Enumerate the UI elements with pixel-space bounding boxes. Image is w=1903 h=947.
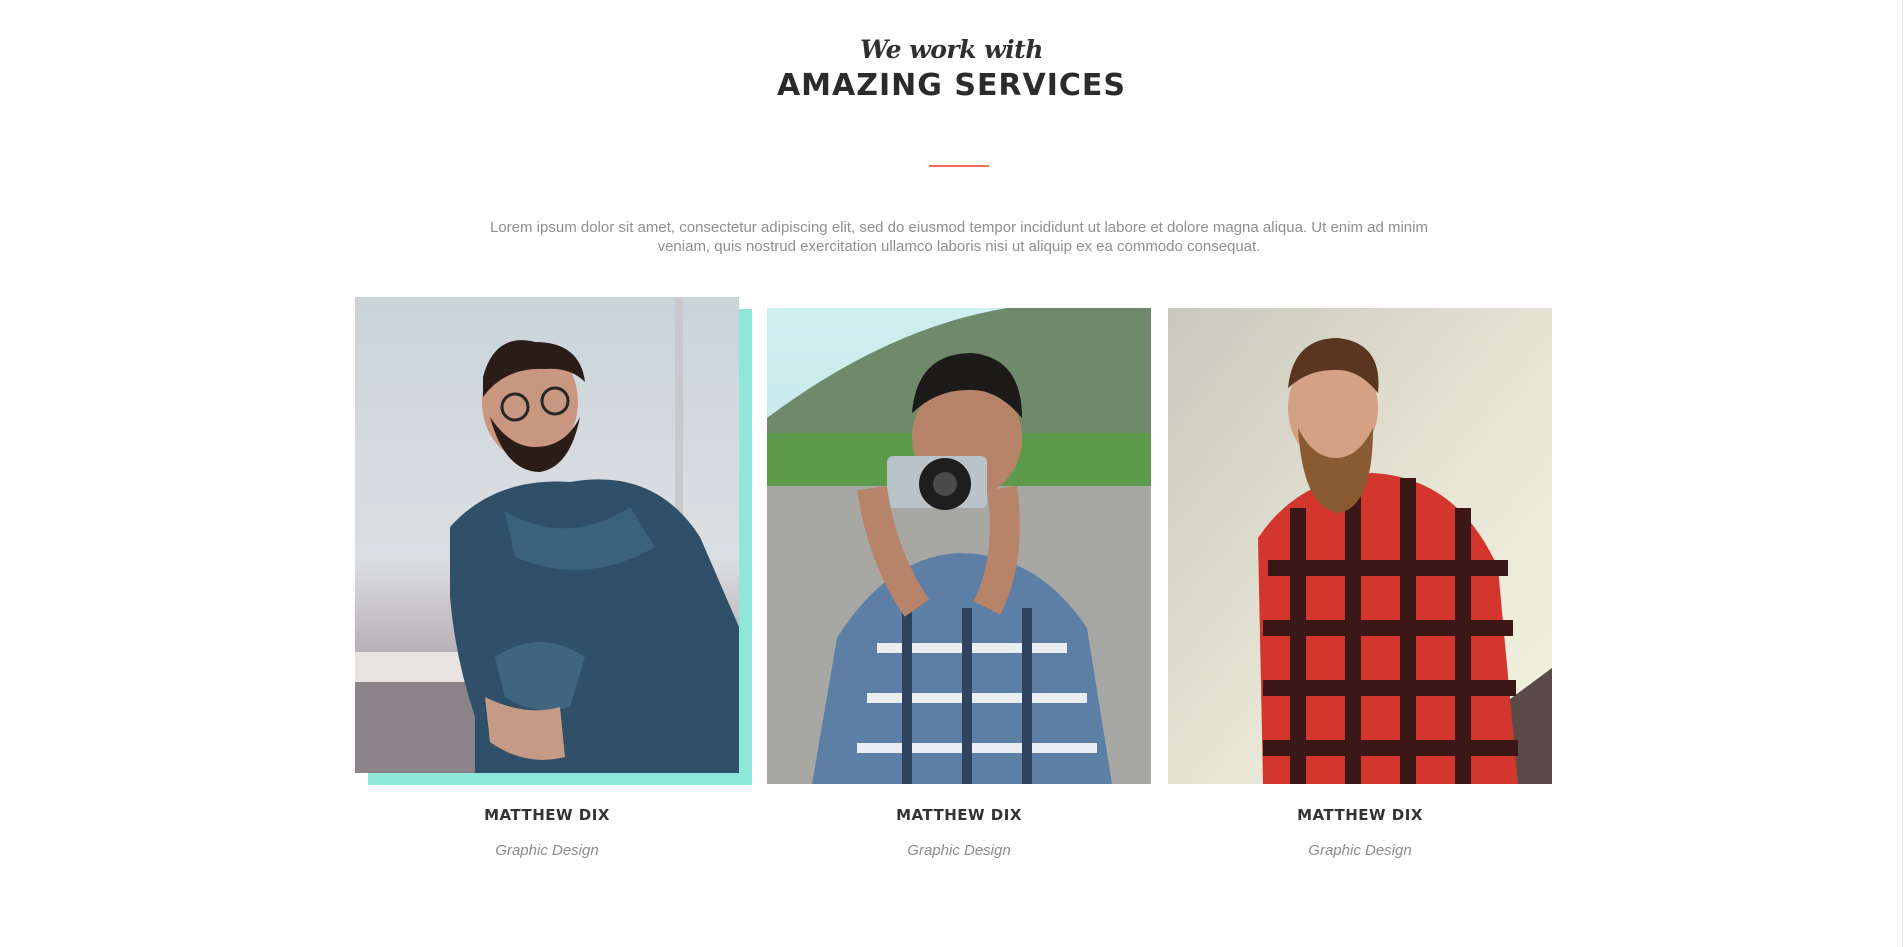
section-eyebrow: We work with xyxy=(860,35,1043,64)
section-header: We work with AMAZING SERVICES xyxy=(0,30,1903,106)
man-holding-camera-photo xyxy=(767,308,1151,784)
section-title: AMAZING SERVICES xyxy=(776,68,1127,103)
bearded-man-red-plaid-photo xyxy=(1168,308,1552,784)
title-divider xyxy=(929,165,989,167)
services-team-section: We work with AMAZING SERVICES Lorem ipsu… xyxy=(0,0,1903,947)
man-denim-shirt-photo xyxy=(355,297,739,773)
team-photo-camera-man[interactable] xyxy=(767,308,1151,784)
team-photo-bearded-man[interactable] xyxy=(1168,308,1552,784)
team-member-name: MATTHEW DIX xyxy=(1297,806,1423,824)
team-member-role: Graphic Design xyxy=(907,842,1011,859)
team-member-name: MATTHEW DIX xyxy=(896,806,1022,824)
team-photo-denim-man[interactable] xyxy=(355,297,739,773)
team-member-role: Graphic Design xyxy=(1308,842,1412,859)
team-member-role: Graphic Design xyxy=(495,842,599,859)
team-member-name: MATTHEW DIX xyxy=(484,806,610,824)
section-intro: Lorem ipsum dolor sit amet, consectetur … xyxy=(490,219,1428,255)
